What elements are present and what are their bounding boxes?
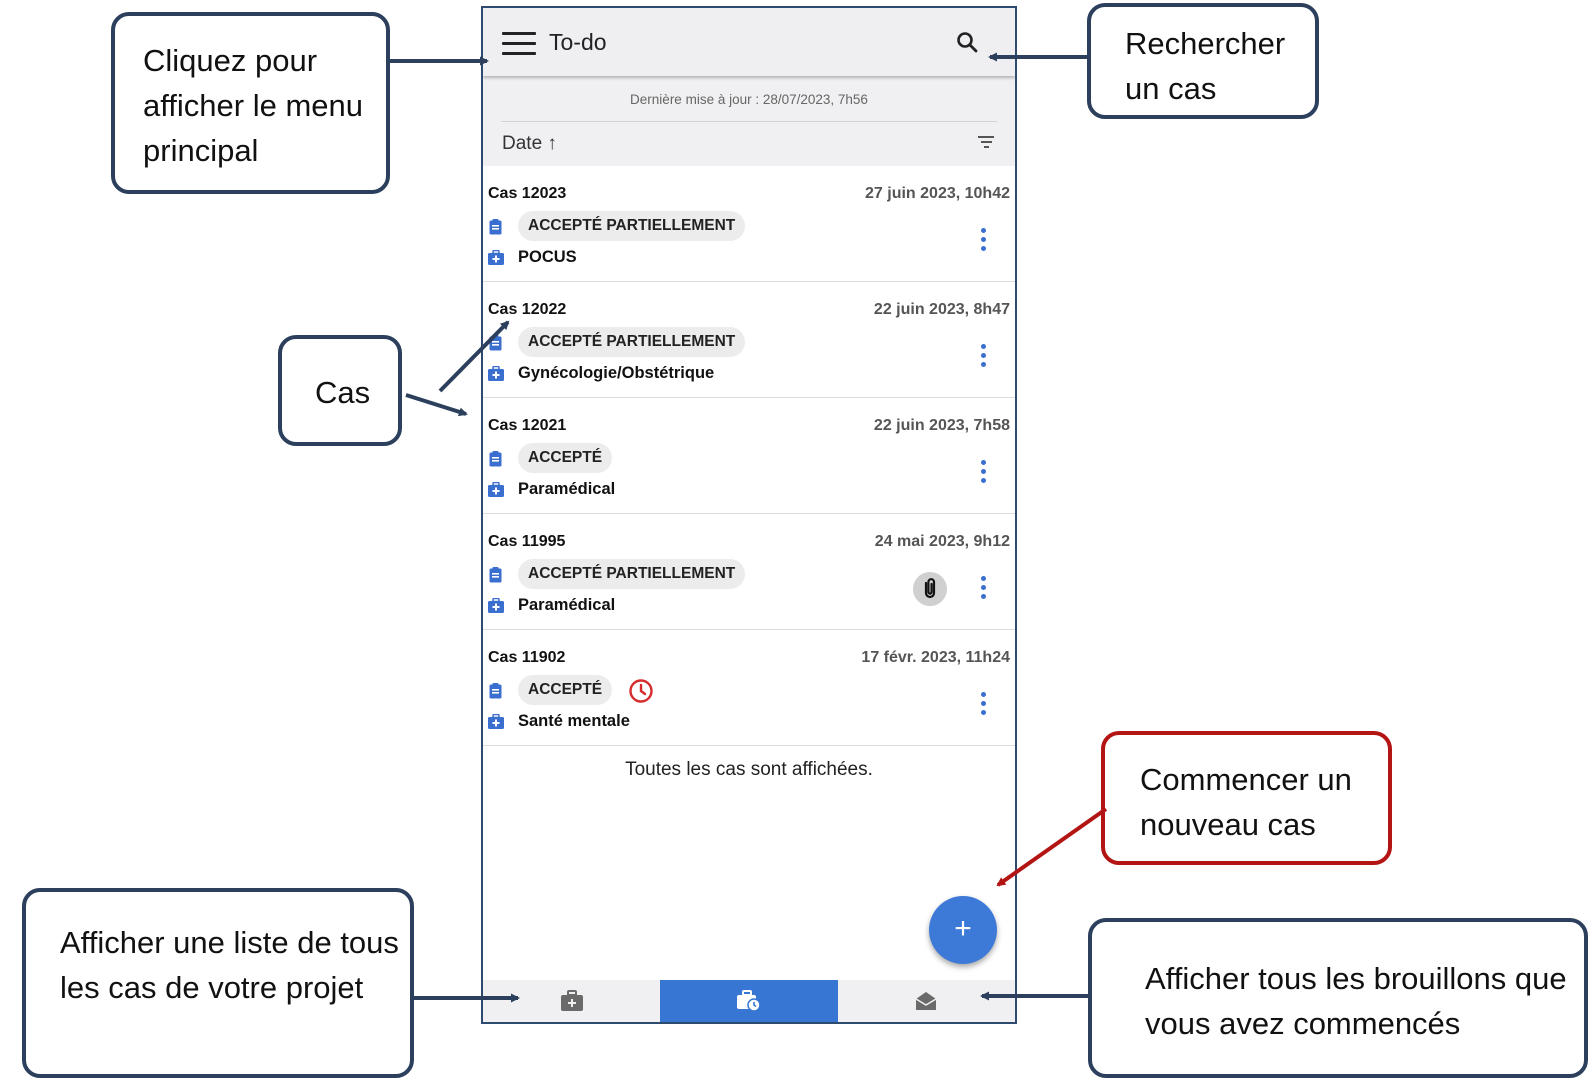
hamburger-menu-icon[interactable] <box>502 32 536 56</box>
tab-label: To-do <box>660 1022 837 1024</box>
case-row[interactable]: Cas 11902 17 févr. 2023, 11h24 ACCEPTÉ S… <box>483 630 1015 746</box>
case-title: Cas 12023 <box>488 185 567 202</box>
case-date: 17 févr. 2023, 11h24 <box>861 649 1010 666</box>
case-date: 22 juin 2023, 8h47 <box>873 301 1010 318</box>
case-date: 22 juin 2023, 7h58 <box>873 417 1010 434</box>
divider <box>501 121 997 122</box>
case-row[interactable]: Cas 12021 22 juin 2023, 7h58 ACCEPTÉ Para… <box>483 398 1015 514</box>
case-date: 27 juin 2023, 10h42 <box>865 185 1010 202</box>
status-chip: ACCEPTÉ <box>518 443 613 473</box>
status-chip: ACCEPTÉ PARTIELLEMENT <box>518 211 746 241</box>
status-chip: ACCEPTÉ PARTIELLEMENT <box>518 327 746 357</box>
tab-to-do[interactable]: To-do <box>660 980 838 1024</box>
medical-kit-icon <box>488 250 504 265</box>
medical-kit-icon <box>488 714 504 729</box>
annotation-search: Rechercher un cas <box>1087 3 1319 119</box>
case-list: Cas 12023 27 juin 2023, 10h42 ACCEPTÉ PAR… <box>483 166 1015 746</box>
clipboard-icon <box>489 567 502 583</box>
briefcase-clock-icon <box>736 990 761 1012</box>
tab-label: Cas <box>483 1022 660 1024</box>
clock-icon <box>629 679 653 703</box>
status-chip: ACCEPTÉ <box>518 675 613 705</box>
more-options-icon[interactable] <box>981 692 987 716</box>
case-row[interactable]: Cas 12022 22 juin 2023, 8h47 ACCEPTÉ PART… <box>483 282 1015 398</box>
annotation-new-case: Commencer un nouveau cas <box>1101 731 1392 865</box>
case-type: Paramédical <box>518 480 616 498</box>
annotation-cases-text: Cas <box>315 375 371 410</box>
annotation-menu-text: Cliquez pour afficher le menu principal <box>143 43 363 168</box>
app-title: To-do <box>549 29 607 55</box>
filter-icon[interactable] <box>977 136 995 150</box>
briefcase-plus-icon <box>560 990 584 1012</box>
annotation-cases: Cas <box>278 335 402 446</box>
more-options-icon[interactable] <box>981 576 987 600</box>
search-icon[interactable] <box>955 30 981 56</box>
case-type: Paramédical <box>518 596 616 614</box>
clipboard-icon <box>489 683 502 699</box>
sort-by-date-button[interactable]: Date ↑ <box>502 133 557 155</box>
case-type: POCUS <box>518 248 577 266</box>
status-chip: ACCEPTÉ PARTIELLEMENT <box>518 559 746 589</box>
medical-kit-icon <box>488 482 504 497</box>
clipboard-icon <box>489 451 502 467</box>
case-title: Cas 12022 <box>488 301 567 318</box>
bottom-navigation: Cas To-do Brouillons <box>483 980 1015 1022</box>
clipboard-icon <box>489 219 502 235</box>
annotation-drafts: Afficher tous les brouillons que vous av… <box>1088 918 1588 1078</box>
last-update-text: Dernière mise à jour : 28/07/2023, 7h56 <box>630 92 868 107</box>
arrow-to-case-b <box>405 393 468 417</box>
case-date: 24 mai 2023, 9h12 <box>874 533 1010 550</box>
case-type: Gynécologie/Obstétrique <box>518 364 715 382</box>
more-options-icon[interactable] <box>981 460 987 484</box>
case-title: Cas 11995 <box>488 533 566 550</box>
case-title: Cas 12021 <box>488 417 567 434</box>
open-envelope-icon <box>914 990 938 1012</box>
annotation-new-case-text: Commencer un nouveau cas <box>1140 762 1352 842</box>
case-row[interactable]: Cas 12023 27 juin 2023, 10h42 ACCEPTÉ PAR… <box>483 166 1015 282</box>
attachment-icon[interactable] <box>913 572 947 606</box>
phone-screen: To-do Dernière mise à jour : 28/07/2023,… <box>481 6 1017 1024</box>
tab-cas[interactable]: Cas <box>483 980 660 1022</box>
case-row[interactable]: Cas 11995 24 mai 2023, 9h12 ACCEPTÉ PARTI… <box>483 514 1015 630</box>
annotation-all-cases: Afficher une liste de tous les cas de vo… <box>22 888 414 1078</box>
end-of-list-message: Toutes les cas sont affichées. <box>625 759 873 780</box>
case-type: Santé mentale <box>518 712 630 730</box>
more-options-icon[interactable] <box>981 344 987 368</box>
app-bar: To-do <box>483 8 1015 76</box>
tab-label: Brouillons <box>838 1022 1015 1024</box>
annotation-drafts-text: Afficher tous les brouillons que vous av… <box>1145 961 1567 1041</box>
annotation-search-text: Rechercher un cas <box>1125 26 1286 106</box>
clipboard-icon <box>489 335 502 351</box>
medical-kit-icon <box>488 366 504 381</box>
more-options-icon[interactable] <box>981 228 987 252</box>
medical-kit-icon <box>488 598 504 613</box>
new-case-button[interactable]: + <box>929 896 997 964</box>
case-title: Cas 11902 <box>488 649 566 666</box>
tab-brouillons[interactable]: Brouillons <box>838 980 1015 1022</box>
annotation-menu: Cliquez pour afficher le menu principal <box>111 12 390 194</box>
annotation-all-cases-text: Afficher une liste de tous les cas de vo… <box>60 925 399 1005</box>
